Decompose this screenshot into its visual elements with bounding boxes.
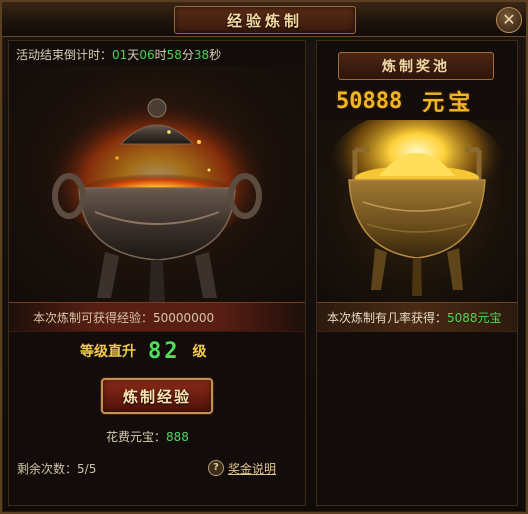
window-title: 经验炼制 (226, 11, 303, 30)
countdown-hours-unit: 时 (154, 48, 167, 62)
countdown-days: 01 (112, 48, 128, 62)
exp-value: 50000000 (153, 311, 215, 325)
levelup-info: 等级直升 82 级 (80, 338, 207, 364)
prize-pool-label: 炼制奖池 (338, 52, 494, 80)
countdown-seconds: 38 (193, 48, 210, 62)
chance-label: 本次炼制有几率获得： (327, 311, 448, 325)
levelup-unit: 级 (192, 344, 207, 360)
exp-info-bar: 本次炼制可获得经验：50000000 (9, 302, 305, 332)
countdown-minutes: 58 (166, 48, 182, 62)
chance-info: 本次炼制有几率获得：5088元宝 (327, 309, 502, 326)
countdown-hours: 06 (139, 48, 155, 62)
cauldron-scene (9, 66, 305, 302)
countdown-minutes-unit: 分 (181, 48, 194, 62)
pool-amount-value: 50888 (336, 88, 403, 114)
exp-info: 本次炼制可获得经验：50000000 (33, 309, 214, 326)
pool-amount-unit: 元宝 (422, 91, 475, 116)
levelup-label: 等级直升 (80, 344, 136, 360)
close-button[interactable]: ✕ (496, 7, 522, 33)
countdown-seconds-unit: 秒 (209, 48, 222, 62)
cost-value: 888 (166, 430, 189, 444)
refine-exp-button[interactable]: 炼制经验 (101, 378, 213, 414)
cost-label: 花费元宝： (106, 430, 167, 444)
chance-info-bar: 本次炼制有几率获得：5088元宝 (317, 302, 517, 332)
remaining-label: 剩余次数： (17, 462, 78, 476)
exp-label: 本次炼制可获得经验： (33, 311, 154, 325)
title-plate: 经验炼制 (174, 6, 356, 34)
countdown-label: 活动结束倒计时： (16, 48, 113, 62)
title-bar: 经验炼制 ✕ (2, 2, 526, 37)
remaining-value: 5/5 (77, 462, 97, 476)
gold-cauldron-icon (327, 120, 507, 296)
cost-info: 花费元宝：888 (106, 428, 189, 445)
prize-description-link[interactable]: 奖金说明 (228, 460, 276, 477)
countdown-timer: 活动结束倒计时：01天06时58分38秒 (16, 46, 221, 63)
remaining-count: 剩余次数：5/5 (17, 460, 96, 477)
levelup-value: 82 (148, 338, 181, 364)
gold-cauldron-scene (317, 120, 517, 302)
help-question-icon[interactable]: ? (208, 460, 224, 476)
countdown-days-unit: 天 (127, 48, 140, 62)
bronze-cauldron-icon (47, 86, 267, 302)
chance-value: 5088元宝 (447, 311, 502, 325)
prize-pool-amount: 50888 元宝 (336, 88, 516, 117)
